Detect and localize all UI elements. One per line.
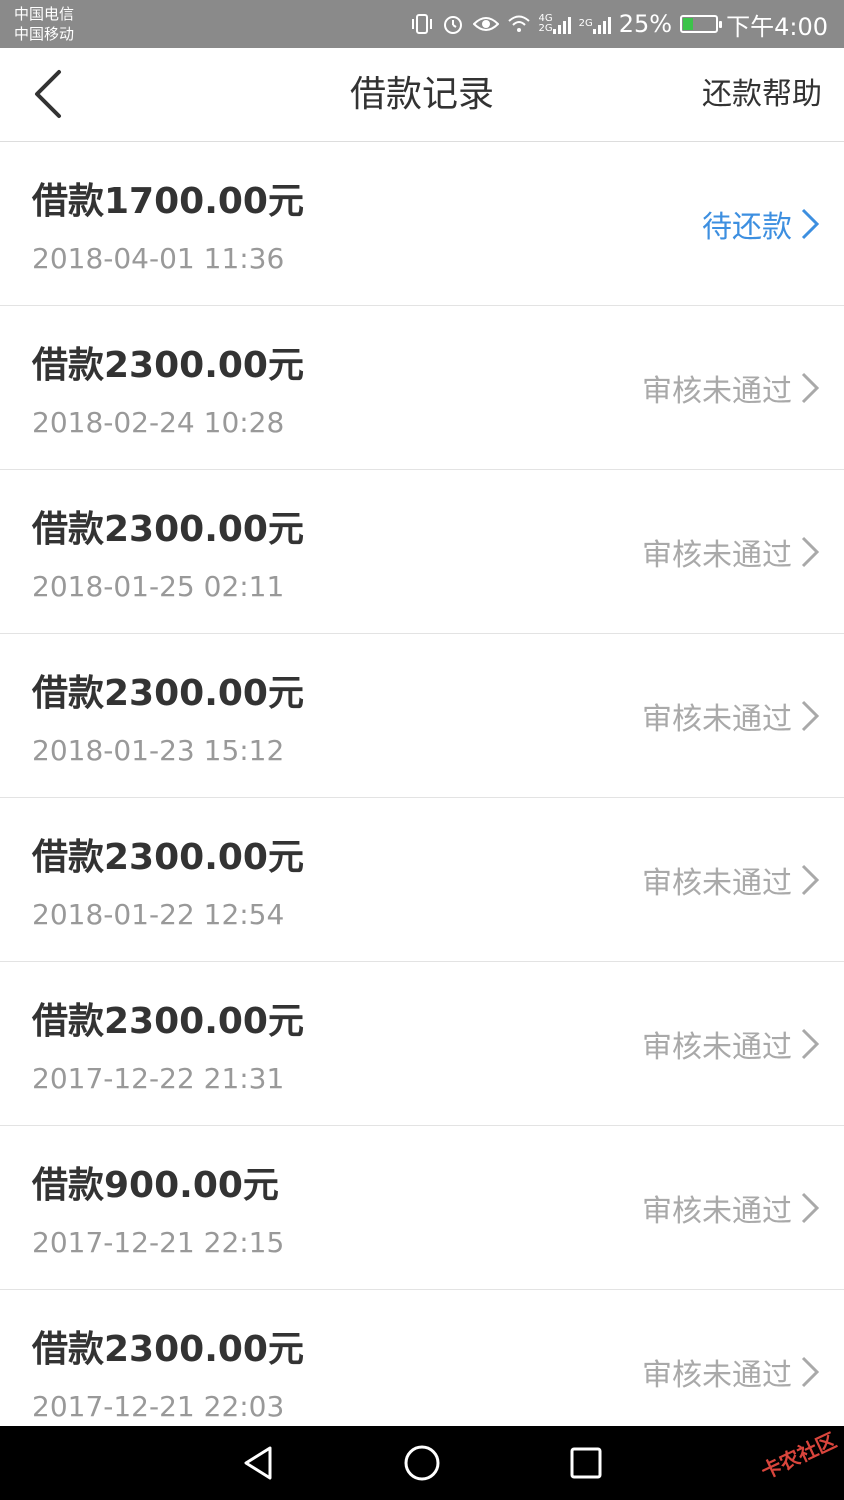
battery-percent: 25% <box>618 10 673 38</box>
network-type-2: 2G <box>538 23 553 34</box>
watermark-text: 卡农社区 <box>757 1428 840 1484</box>
loan-amount: 借款2300.00元 <box>32 509 304 550</box>
loan-status: 审核未通过 <box>642 530 820 574</box>
loan-amount: 借款2300.00元 <box>32 1329 304 1370</box>
loan-date: 2017-12-21 22:15 <box>32 1226 285 1259</box>
loan-date: 2017-12-21 22:03 <box>32 1390 285 1423</box>
status-bar: 中国电信 中国移动 4G 2G 2G 25% 下午4:00 <box>0 0 844 48</box>
loan-record-row[interactable]: 借款2300.00元 2017-12-21 22:03 审核未通过 <box>0 1290 844 1426</box>
loan-status: 待还款 <box>702 202 820 246</box>
chevron-right-icon <box>800 1356 820 1388</box>
carrier-info: 中国电信 中国移动 <box>14 4 74 44</box>
loan-amount: 借款2300.00元 <box>32 837 304 878</box>
loan-record-row[interactable]: 借款2300.00元 2018-01-23 15:12 审核未通过 <box>0 634 844 798</box>
loan-status: 审核未通过 <box>642 1022 820 1066</box>
loan-status-label: 审核未通过 <box>642 866 792 901</box>
eye-icon <box>472 14 499 34</box>
loan-date: 2018-01-25 02:11 <box>32 570 285 603</box>
back-button[interactable] <box>20 68 76 124</box>
wifi-icon <box>507 14 531 34</box>
title-bar: 借款记录 还款帮助 <box>0 48 844 142</box>
loan-record-row[interactable]: 借款2300.00元 2018-01-22 12:54 审核未通过 <box>0 798 844 962</box>
loan-date: 2018-02-24 10:28 <box>32 406 285 439</box>
chevron-right-icon <box>800 372 820 404</box>
loan-status-label: 审核未通过 <box>642 538 792 573</box>
chevron-right-icon <box>800 864 820 896</box>
vibrate-icon <box>411 12 433 36</box>
back-triangle-icon[interactable] <box>238 1443 278 1483</box>
repayment-help-link[interactable]: 还款帮助 <box>702 48 822 142</box>
chevron-right-icon <box>800 1028 820 1060</box>
loan-date: 2018-01-22 12:54 <box>32 898 285 931</box>
loan-record-row[interactable]: 借款2300.00元 2018-02-24 10:28 审核未通过 <box>0 306 844 470</box>
chevron-right-icon <box>800 1192 820 1224</box>
signal-1-icon: 4G 2G <box>539 14 571 34</box>
battery-icon <box>680 15 723 33</box>
loan-record-row[interactable]: 借款1700.00元 2018-04-01 11:36 待还款 <box>0 142 844 306</box>
loan-status: 审核未通过 <box>642 694 820 738</box>
loan-amount: 借款900.00元 <box>32 1165 279 1206</box>
loan-status-label: 审核未通过 <box>642 1358 792 1393</box>
loan-date: 2018-04-01 11:36 <box>32 242 285 275</box>
loan-amount: 借款2300.00元 <box>32 673 304 714</box>
chevron-left-icon <box>33 69 63 123</box>
loan-amount: 借款2300.00元 <box>32 345 304 386</box>
alarm-icon <box>441 12 465 36</box>
loan-date: 2017-12-22 21:31 <box>32 1062 285 1095</box>
status-icons: 4G 2G 2G 25% 下午4:00 <box>411 0 828 48</box>
loan-amount: 借款1700.00元 <box>32 181 304 222</box>
loan-record-row[interactable]: 借款2300.00元 2018-01-25 02:11 审核未通过 <box>0 470 844 634</box>
chevron-right-icon <box>800 208 820 240</box>
recent-apps-square-icon[interactable] <box>566 1443 606 1483</box>
loan-record-row[interactable]: 借款2300.00元 2017-12-22 21:31 审核未通过 <box>0 962 844 1126</box>
loan-status-label: 审核未通过 <box>642 374 792 409</box>
chevron-right-icon <box>800 536 820 568</box>
loan-status-label: 审核未通过 <box>642 1194 792 1229</box>
loan-status: 审核未通过 <box>642 1350 820 1394</box>
clock: 下午4:00 <box>726 12 828 41</box>
loan-amount: 借款2300.00元 <box>32 1001 304 1042</box>
loan-record-list: 借款1700.00元 2018-04-01 11:36 待还款 借款2300.0… <box>0 142 844 1426</box>
loan-status: 审核未通过 <box>642 858 820 902</box>
loan-status: 审核未通过 <box>642 366 820 410</box>
loan-status: 审核未通过 <box>642 1186 820 1230</box>
loan-status-label: 待还款 <box>702 210 792 245</box>
loan-status-label: 审核未通过 <box>642 702 792 737</box>
carrier-2: 中国移动 <box>14 25 75 43</box>
signal-2-icon: 2G <box>579 14 611 34</box>
loan-record-row[interactable]: 借款900.00元 2017-12-21 22:15 审核未通过 <box>0 1126 844 1290</box>
loan-status-label: 审核未通过 <box>642 1030 792 1065</box>
carrier-1: 中国电信 <box>14 5 75 23</box>
system-nav-bar: 卡农社区 <box>0 1426 844 1500</box>
chevron-right-icon <box>800 700 820 732</box>
home-circle-icon[interactable] <box>402 1443 442 1483</box>
network-type-3: 2G <box>578 18 593 29</box>
loan-date: 2018-01-23 15:12 <box>32 734 285 767</box>
